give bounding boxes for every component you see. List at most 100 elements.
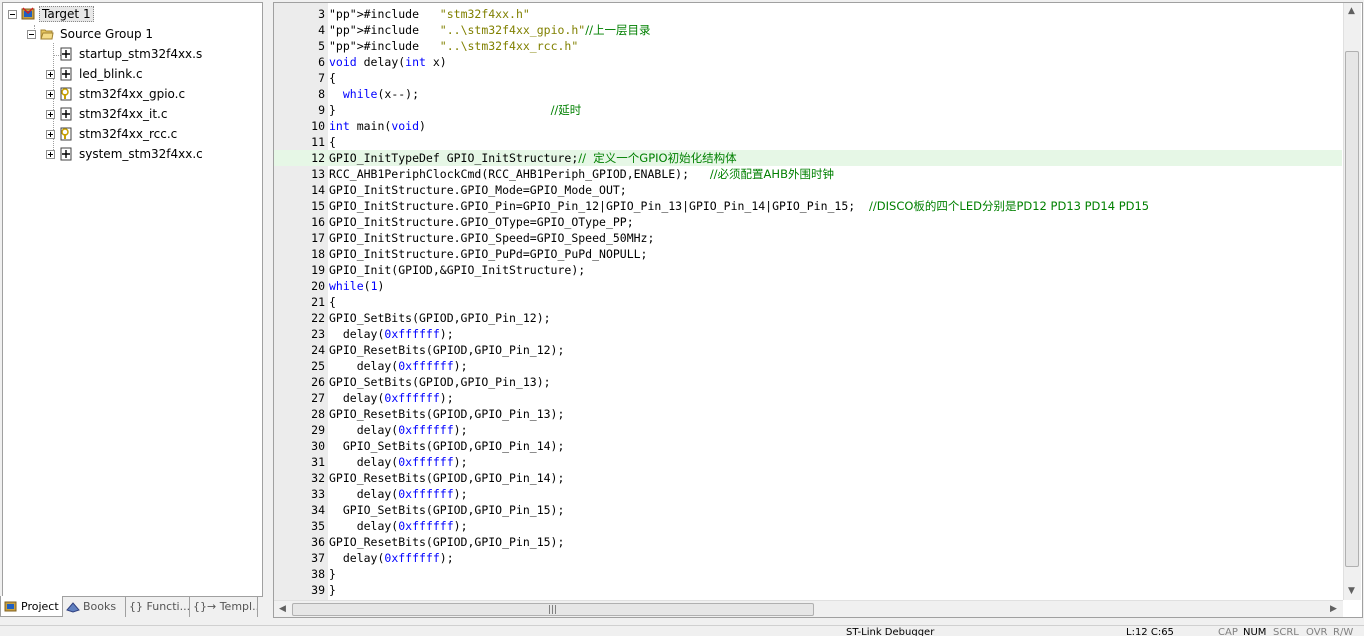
code-line[interactable]: 18 GPIO_InitStructure.GPIO_PuPd=GPIO_PuPd… [274, 246, 1342, 262]
code-line[interactable]: 28 GPIO_ResetBits(GPIOD,GPIO_Pin_13); [274, 406, 1342, 422]
code-text: { [329, 295, 336, 309]
line-number: 18 [311, 247, 325, 261]
code-line[interactable]: 16 GPIO_InitStructure.GPIO_OType=GPIO_OTy… [274, 214, 1342, 230]
code-line[interactable]: 23 delay(0xffffff); [274, 326, 1342, 342]
code-line[interactable]: 3 "pp">#include "stm32f4xx.h" [274, 6, 1342, 22]
collapse-toggle-icon[interactable] [27, 29, 36, 39]
tree-node-source-group[interactable]: Source Group 1 [27, 25, 155, 43]
horizontal-scroll-thumb[interactable]: ||| [292, 603, 814, 616]
code-line[interactable]: 12 GPIO_InitTypeDef GPIO_InitStructure;//… [274, 150, 1342, 166]
code-text: { [329, 71, 336, 85]
tree-node-file[interactable]: stm32f4xx_gpio.c [46, 85, 187, 103]
code-line[interactable]: 27 delay(0xffffff); [274, 390, 1342, 406]
code-text: "pp">#include "..\stm32f4xx_rcc.h" [329, 39, 579, 53]
code-line[interactable]: 25 delay(0xffffff); [274, 358, 1342, 374]
tree-node-file[interactable]: led_blink.c [46, 65, 145, 83]
scroll-down-icon[interactable]: ▼ [1348, 587, 1355, 596]
code-line[interactable]: 36 GPIO_ResetBits(GPIOD,GPIO_Pin_15); [274, 534, 1342, 550]
code-line[interactable]: 34 GPIO_SetBits(GPIOD,GPIO_Pin_15); [274, 502, 1342, 518]
code-line[interactable]: 37 delay(0xffffff); [274, 550, 1342, 566]
code-text: GPIO_ResetBits(GPIOD,GPIO_Pin_12); [329, 343, 565, 357]
code-line[interactable]: 30 GPIO_SetBits(GPIOD,GPIO_Pin_14); [274, 438, 1342, 454]
vertical-scrollbar[interactable]: ▲ ▼ [1343, 3, 1361, 600]
line-number: 8 [318, 87, 325, 101]
expand-toggle-icon[interactable] [46, 129, 55, 139]
code-line[interactable]: 33 delay(0xffffff); [274, 486, 1342, 502]
code-area[interactable]: 3 "pp">#include "stm32f4xx.h" 4 "pp">#inclu… [274, 6, 1342, 598]
line-number: 9 [318, 103, 325, 117]
code-line[interactable]: 20 while(1) [274, 278, 1342, 294]
line-number: 5 [318, 39, 325, 53]
code-text: GPIO_SetBits(GPIOD,GPIO_Pin_12); [329, 311, 551, 325]
expand-toggle-icon[interactable] [46, 69, 55, 79]
tree-node-file[interactable]: system_stm32f4xx.c [46, 145, 205, 163]
horizontal-scrollbar[interactable]: ◀ ||| ▶ [274, 600, 1343, 617]
code-line[interactable]: 26 GPIO_SetBits(GPIOD,GPIO_Pin_13); [274, 374, 1342, 390]
code-line[interactable]: 15 GPIO_InitStructure.GPIO_Pin=GPIO_Pin_1… [274, 198, 1342, 214]
line-number: 6 [318, 55, 325, 69]
tab-label: Books [83, 600, 117, 613]
code-line[interactable]: 5 "pp">#include "..\stm32f4xx_rcc.h" [274, 38, 1342, 54]
tab-books[interactable]: Books [63, 596, 126, 617]
expand-toggle-icon[interactable] [46, 149, 55, 159]
code-line[interactable]: 10 int main(void) [274, 118, 1342, 134]
tab-templ[interactable]: {}→ Templ... [190, 596, 258, 617]
code-text: GPIO_InitStructure.GPIO_PuPd=GPIO_PuPd_N… [329, 247, 648, 261]
code-text: delay(0xffffff); [329, 391, 454, 405]
code-line[interactable]: 13 RCC_AHB1PeriphClockCmd(RCC_AHB1Periph_… [274, 166, 1342, 182]
code-text: delay(0xffffff); [329, 327, 454, 341]
line-number: 38 [311, 567, 325, 581]
code-line[interactable]: 31 delay(0xffffff); [274, 454, 1342, 470]
expand-toggle-icon[interactable] [46, 109, 55, 119]
locked-c-file-icon [60, 127, 72, 141]
code-line[interactable]: 6 void delay(int x) [274, 54, 1342, 70]
code-line[interactable]: 7{ [274, 70, 1342, 86]
code-line[interactable]: 29 delay(0xffffff); [274, 422, 1342, 438]
expand-toggle-icon[interactable] [46, 89, 55, 99]
code-line[interactable]: 14 GPIO_InitStructure.GPIO_Mode=GPIO_Mode… [274, 182, 1342, 198]
code-text: GPIO_InitStructure.GPIO_Mode=GPIO_Mode_O… [329, 183, 627, 197]
code-text: GPIO_InitStructure.GPIO_Pin=GPIO_Pin_12|… [329, 199, 1150, 213]
line-number: 10 [311, 119, 325, 133]
code-line[interactable]: 35 delay(0xffffff); [274, 518, 1342, 534]
code-line[interactable]: 32 GPIO_ResetBits(GPIOD,GPIO_Pin_14); [274, 470, 1342, 486]
code-line[interactable]: 24 GPIO_ResetBits(GPIOD,GPIO_Pin_12); [274, 342, 1342, 358]
tab-project[interactable]: Project [0, 596, 63, 617]
code-text: } [329, 567, 336, 581]
c-file-icon [60, 107, 72, 121]
code-text: delay(0xffffff); [329, 455, 468, 469]
code-line[interactable]: 21 { [274, 294, 1342, 310]
code-line[interactable]: 4 "pp">#include "..\stm32f4xx_gpio.h"//上一… [274, 22, 1342, 38]
scroll-right-icon[interactable]: ▶ [1330, 605, 1337, 614]
code-line[interactable]: 38} [274, 566, 1342, 582]
tab-label: {} Functi... [129, 600, 190, 613]
code-line[interactable]: 8 while(x--); [274, 86, 1342, 102]
tree-node-file[interactable]: stm32f4xx_it.c [46, 105, 169, 123]
code-line[interactable]: 11 { [274, 134, 1342, 150]
line-number: 12 [311, 151, 325, 165]
line-number: 37 [311, 551, 325, 565]
code-line[interactable]: 9} //延时 [274, 102, 1342, 118]
code-text: delay(0xffffff); [329, 487, 468, 501]
scroll-up-icon[interactable]: ▲ [1348, 7, 1355, 16]
code-text: GPIO_ResetBits(GPIOD,GPIO_Pin_14); [329, 471, 565, 485]
tab-functi[interactable]: {} Functi... [126, 596, 190, 617]
tree-node-file[interactable]: startup_stm32f4xx.s [46, 45, 204, 63]
tree-node-file[interactable]: stm32f4xx_rcc.c [46, 125, 179, 143]
line-number: 31 [311, 455, 325, 469]
code-line[interactable]: 19 GPIO_Init(GPIOD,&GPIO_InitStructure); [274, 262, 1342, 278]
code-line[interactable]: 22 GPIO_SetBits(GPIOD,GPIO_Pin_12); [274, 310, 1342, 326]
tab-label: {}→ Templ... [193, 600, 258, 613]
c-file-icon [60, 67, 72, 81]
code-line[interactable]: 17 GPIO_InitStructure.GPIO_Speed=GPIO_Spe… [274, 230, 1342, 246]
scroll-left-icon[interactable]: ◀ [279, 605, 286, 614]
code-editor[interactable]: 3 "pp">#include "stm32f4xx.h" 4 "pp">#inclu… [273, 2, 1363, 618]
code-text: GPIO_SetBits(GPIOD,GPIO_Pin_13); [329, 375, 551, 389]
line-number: 26 [311, 375, 325, 389]
tree-node-target[interactable]: Target 1 [8, 5, 94, 23]
vertical-scroll-thumb[interactable] [1345, 51, 1359, 567]
collapse-toggle-icon[interactable] [8, 9, 17, 19]
project-tree[interactable]: Target 1 Source Group 1 startup_stm32f4x… [2, 2, 263, 597]
file-label: stm32f4xx_it.c [79, 107, 168, 121]
code-line[interactable]: 39} [274, 582, 1342, 598]
